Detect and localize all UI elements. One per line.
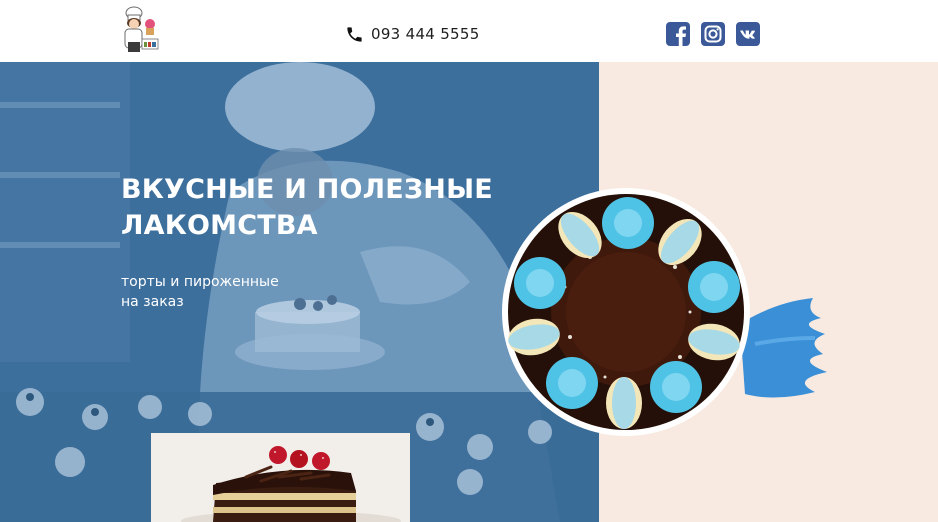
instagram-icon xyxy=(704,25,722,43)
phone-icon xyxy=(347,27,362,42)
hero-subtitle-line1: торты и пироженные xyxy=(121,274,279,290)
hero-subtitle: торты и пироженные на заказ xyxy=(121,272,381,312)
phone-link[interactable]: 093 444 5555 xyxy=(345,25,480,44)
hero-title-line2: ЛАКОМСТВА xyxy=(121,210,318,241)
hero-title-line1: ВКУСНЫЕ И ПОЛЕЗНЫЕ xyxy=(121,174,493,205)
facebook-button[interactable] xyxy=(666,22,690,46)
vk-icon xyxy=(740,30,755,39)
phone-number[interactable]: 093 444 5555 xyxy=(371,25,480,44)
cake-slice-illustration xyxy=(151,433,410,522)
hero-title: ВКУСНЫЕ И ПОЛЕЗНЫЕ ЛАКОМСТВА xyxy=(121,172,541,244)
vk-button[interactable] xyxy=(736,22,760,46)
chef-logo-icon xyxy=(124,6,159,52)
hero-section: ВКУСНЫЕ И ПОЛЕЗНЫЕ ЛАКОМСТВА торты и пир… xyxy=(0,62,938,522)
social-links xyxy=(666,22,760,46)
site-header: 093 444 5555 xyxy=(0,0,938,62)
logo[interactable] xyxy=(116,4,164,54)
cake-slice-image xyxy=(151,433,410,522)
instagram-button[interactable] xyxy=(701,22,725,46)
macaron-cake-image xyxy=(502,188,750,436)
hero-subtitle-line2: на заказ xyxy=(121,294,184,310)
facebook-icon xyxy=(676,26,686,46)
